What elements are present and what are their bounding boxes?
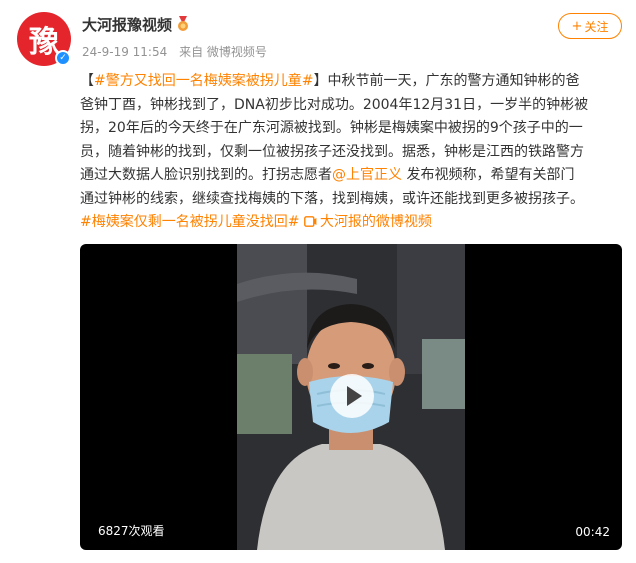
author-name[interactable]: 大河报豫视频 [82,14,172,35]
video-source-link[interactable]: 大河报的微博视频 [304,214,432,230]
post-timestamp[interactable]: 24-9-19 11:54 [82,45,167,59]
video-link-label: 大河报的微博视频 [319,214,432,230]
post-meta: 24-9-19 11:54 来自 微博视频号 [82,43,275,60]
medal-icon [178,16,188,31]
text-line: 拐，20年后的今天终于在广东河源被找到。钟彬是梅姨案中被拐的9个孩子中的一 [80,120,583,136]
bracket-open: 【 [80,73,94,89]
text-line: 通过大数据人脸识别找到的。打拐志愿者@上官正义 发布视频称，希望有关部门 [80,164,626,188]
post-source: 来自 微博视频号 [179,45,267,59]
text-fragment: 发布视频称，希望有关部门 [402,167,575,183]
play-icon[interactable] [330,374,374,418]
text-line: 通过钟彬的线索，继续查找梅姨的下落，找到梅姨，或许还能找到更多被拐孩子。 [80,190,584,207]
user-mention[interactable]: @上官正义 [332,167,402,183]
follow-button[interactable]: + 关注 [558,13,622,39]
video-duration: 00:42 [575,525,610,539]
text-line: 【#警方又找回一名梅姨案被拐儿童#】中秋节前一天，广东的警方通知钟彬的爸 [80,70,626,94]
follow-label: 关注 [584,19,609,34]
view-count: 6827次观看 [98,524,165,538]
hashtag-headline[interactable]: #警方又找回一名梅姨案被拐儿童# [94,73,313,89]
text-fragment: 通过大数据人脸识别找到的。打拐志愿者 [80,167,332,183]
text-fragment: 】中秋节前一天，广东的警方通知钟彬的爸 [313,73,580,89]
video-link-icon [304,216,317,227]
weibo-post-card: 豫 ✓ 大河报豫视频 24-9-19 11:54 来自 微博视频号 + 关注 【… [0,0,636,563]
post-text: 【#警方又找回一名梅姨案被拐儿童#】中秋节前一天，广东的警方通知钟彬的爸 爸钟丁… [80,70,626,235]
text-line: 爸钟丁酉，钟彬找到了，DNA初步比对成功。2004年12月31日，一岁半的钟彬被 [80,96,589,113]
text-line: 员，随着钟彬的找到，仅剩一位被拐孩子还没找到。据悉，钟彬是江西的铁路警方 [80,143,584,160]
video-player[interactable]: 6827次观看 00:42 [80,244,622,550]
plus-icon: + [571,18,583,34]
verified-check-icon: ✓ [55,50,71,66]
hashtag-link[interactable]: #梅姨案仅剩一名被拐儿童没找回# [80,214,299,230]
text-line: #梅姨案仅剩一名被拐儿童没找回# 大河报的微博视频 [80,211,626,235]
